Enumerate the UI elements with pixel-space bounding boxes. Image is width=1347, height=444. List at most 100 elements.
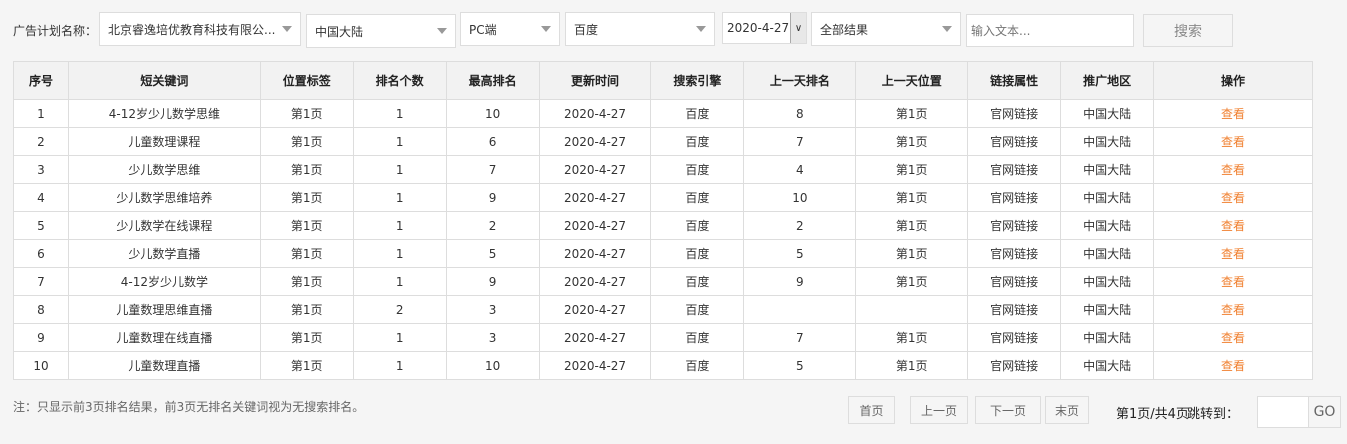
table-cell: 中国大陆 [1060,99,1155,128]
view-link[interactable]: 查看 [1153,183,1313,212]
table-cell: 第1页 [855,155,969,184]
column-header: 操作 [1153,61,1313,100]
region-select[interactable]: 中国大陆 [306,14,456,48]
table-cell: 7 [445,155,540,184]
chevron-down-icon[interactable]: ∨ [790,13,806,43]
view-link[interactable]: 查看 [1153,239,1313,268]
table-cell: 百度 [650,239,745,268]
table-row: 6 少儿数学直播 第1页 1 5 2020-4-27 百度 5 第1页 官网链接 中国大陆 查看 [13,239,1313,268]
table-cell: 2020-4-27 [538,127,652,156]
view-link[interactable]: 查看 [1153,267,1313,296]
table-cell: 2 [13,127,69,156]
table-row: 5 少儿数学在线课程 第1页 1 2 2020-4-27 百度 2 第1页 官网链接 中国大陆 查看 [13,211,1313,240]
table-cell: 第1页 [855,323,969,352]
go-button[interactable]: GO [1308,396,1341,428]
column-header: 排名个数 [352,61,447,100]
table-cell: 中国大陆 [1060,183,1155,212]
table-cell: 10 [445,351,540,380]
table-cell: 10 [445,99,540,128]
plan-label: 广告计划名称： [13,24,98,38]
column-header: 序号 [13,61,69,100]
view-link[interactable]: 查看 [1153,155,1313,184]
table-cell: 2020-4-27 [538,351,652,380]
table-header-row: 序号 短关键词 位置标签 排名个数 最高排名 更新时间 搜索引擎 上一天排名 上一天位置 链接属性… [13,61,1313,100]
table-cell: 中国大陆 [1060,127,1155,156]
table-cell: 第1页 [259,295,354,324]
table-cell: 第1页 [259,211,354,240]
table-cell: 官网链接 [967,295,1062,324]
table-cell: 第1页 [259,351,354,380]
table-cell: 第1页 [855,239,969,268]
table-cell: 1 [352,155,447,184]
date-value: 2020-4-27 [727,21,790,35]
table-cell: 2 [445,211,540,240]
table-row: 7 4-12岁少儿数学 第1页 1 9 2020-4-27 百度 9 第1页 官网链接 中国大陆 查看 [13,267,1313,296]
table-cell: 2020-4-27 [538,267,652,296]
table-cell: 儿童数理直播 [67,351,261,380]
table-cell: 1 [352,183,447,212]
table-cell: 官网链接 [967,323,1062,352]
table-cell: 2 [352,295,447,324]
table-cell: 1 [352,211,447,240]
table-cell: 3 [13,155,69,184]
view-link[interactable]: 查看 [1153,351,1313,380]
view-link[interactable]: 查看 [1153,127,1313,156]
table-cell: 百度 [650,127,745,156]
engine-select[interactable]: 百度 [565,12,715,46]
table-cell: 官网链接 [967,155,1062,184]
table-cell: 中国大陆 [1060,239,1155,268]
column-header: 更新时间 [538,61,652,100]
table-row: 3 少儿数学思维 第1页 1 7 2020-4-27 百度 4 第1页 官网链接 中国大陆 查看 [13,155,1313,184]
table-row: 2 儿童数理课程 第1页 1 6 2020-4-27 百度 7 第1页 官网链接 中国大陆 查看 [13,127,1313,156]
table-cell: 7 [743,127,857,156]
prev-page-button[interactable]: 上一页 [910,396,968,424]
table-cell: 1 [13,99,69,128]
table-cell: 5 [13,211,69,240]
table-row: 9 儿童数理在线直播 第1页 1 3 2020-4-27 百度 7 第1页 官网链接 中国大陆 查看 [13,323,1313,352]
plan-select[interactable]: 北京睿逸培优教育科技有限公... [99,12,301,46]
table-row: 4 少儿数学思维培养 第1页 1 9 2020-4-27 百度 10 第1页 官网链接 中国大陆 查看 [13,183,1313,212]
view-link[interactable]: 查看 [1153,211,1313,240]
search-button[interactable]: 搜索 [1143,14,1233,47]
table-cell: 2020-4-27 [538,239,652,268]
date-select[interactable]: 2020-4-27 ∨ [722,12,807,44]
column-header: 最高排名 [445,61,540,100]
table-cell: 第1页 [259,127,354,156]
search-input[interactable] [966,14,1134,47]
view-link[interactable]: 查看 [1153,99,1313,128]
region-value: 中国大陆 [315,24,364,39]
page-info: 第1页/共4页 [1116,407,1189,422]
table-cell: 8 [13,295,69,324]
table-cell: 第1页 [259,183,354,212]
dropdown-arrow-icon [942,26,952,32]
table-cell: 7 [13,267,69,296]
result-select[interactable]: 全部结果 [811,12,961,46]
table-cell: 2020-4-27 [538,155,652,184]
table-cell: 2020-4-27 [538,211,652,240]
table-cell: 1 [352,239,447,268]
footer-note: 注：只显示前3页排名结果，前3页无排名关键词视为无搜索排名。 [13,400,365,414]
table-cell: 中国大陆 [1060,211,1155,240]
table-cell: 儿童数理课程 [67,127,261,156]
table-cell: 第1页 [259,323,354,352]
table-cell: 中国大陆 [1060,155,1155,184]
column-header: 搜索引擎 [650,61,745,100]
last-page-button[interactable]: 末页 [1045,396,1089,424]
table-cell: 9 [445,267,540,296]
first-page-button[interactable]: 首页 [848,396,895,424]
table-cell: 6 [445,127,540,156]
table-cell: 第1页 [259,99,354,128]
jump-label: 跳转到： [1187,407,1240,422]
table-row: 1 4-12岁少儿数学思维 第1页 1 10 2020-4-27 百度 8 第1页 官网链接 中国大… [13,99,1313,128]
table-cell: 百度 [650,211,745,240]
table-cell: 4-12岁少儿数学思维 [67,99,261,128]
table-cell: 官网链接 [967,351,1062,380]
jump-page-input[interactable] [1257,396,1309,428]
table-cell: 第1页 [855,127,969,156]
next-page-button[interactable]: 下一页 [975,396,1041,424]
view-link[interactable]: 查看 [1153,323,1313,352]
view-link[interactable]: 查看 [1153,295,1313,324]
device-select[interactable]: PC端 [460,12,560,46]
table-cell: 2020-4-27 [538,183,652,212]
table-cell: 3 [445,323,540,352]
